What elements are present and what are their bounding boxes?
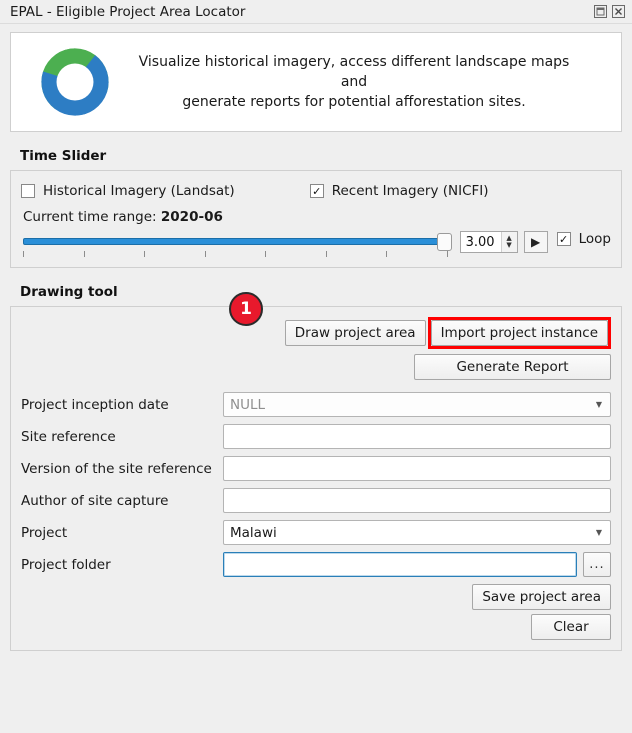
time-slider-title: Time Slider [20,148,107,164]
play-icon: ▶ [531,235,541,249]
checkbox-recent-imagery[interactable]: ✓ Recent Imagery (NICFI) [309,183,489,199]
import-button-highlight: Import project instance [427,317,611,349]
chevron-down-icon[interactable]: ▼ [588,393,610,416]
epal-logo-icon [33,40,117,124]
drawing-tool-group: Drawing tool 1 Draw project area Import … [10,284,622,651]
save-project-area-row: Save project area [21,584,611,610]
drawing-tool-button-row: 1 Draw project area Import project insta… [21,292,611,349]
combo-project[interactable]: Malawi ▼ [223,520,611,545]
checkbox-loop[interactable]: ✓ Loop [556,231,611,247]
step-badge-1: 1 [229,292,263,326]
spinbox-arrows[interactable]: ▲ ▼ [500,232,517,252]
generate-report-button[interactable]: Generate Report [414,354,611,380]
historical-imagery-checkbox-box[interactable] [21,184,35,198]
window-titlebar: EPAL - Eligible Project Area Locator [0,0,632,24]
banner-description: Visualize historical imagery, access dif… [117,52,621,112]
play-button[interactable]: ▶ [523,231,548,253]
time-slider-group: Time Slider Historical Imagery (Landsat)… [10,148,622,268]
form-row-site-reference: Site reference [21,424,611,449]
imagery-checkbox-row: Historical Imagery (Landsat) ✓ Recent Im… [21,183,611,199]
window-title: EPAL - Eligible Project Area Locator [10,3,246,20]
label-project: Project [21,524,68,541]
header-banner: Visualize historical imagery, access dif… [10,32,622,132]
loop-label: Loop [578,231,611,247]
drawing-tool-body: 1 Draw project area Import project insta… [10,292,622,651]
current-time-range: Current time range: 2020-06 [23,209,611,225]
label-project-folder: Project folder [21,556,111,573]
input-project-folder[interactable] [223,552,577,577]
slider-handle[interactable] [436,233,452,251]
current-time-range-label: Current time range: [23,209,157,225]
playback-speed-spinbox[interactable]: 3.00 ▲ ▼ [459,231,518,253]
save-project-area-button[interactable]: Save project area [472,584,611,610]
time-slider-body: Historical Imagery (Landsat) ✓ Recent Im… [10,170,622,268]
time-slider-controls: 3.00 ▲ ▼ ▶ ✓ Loop [21,231,611,257]
draw-project-area-button[interactable]: Draw project area [284,320,426,346]
float-icon[interactable] [593,4,608,19]
recent-imagery-checkbox-box[interactable]: ✓ [309,184,324,198]
project-form: Project inception date NULL ▼ Site refer… [21,392,611,640]
chevron-down-icon[interactable]: ▼ [588,521,610,544]
time-slider-track[interactable] [21,231,452,257]
slider-ticks [23,251,448,257]
playback-speed-value[interactable]: 3.00 [461,235,501,250]
input-site-reference[interactable] [223,424,611,449]
form-row-version-of-site-reference: Version of the site reference [21,456,611,481]
banner-line-2: generate reports for potential afforesta… [182,94,526,110]
recent-imagery-label: Recent Imagery (NICFI) [331,183,489,199]
checkbox-historical-imagery[interactable]: Historical Imagery (Landsat) [21,183,235,199]
current-time-range-value: 2020-06 [160,209,223,225]
clear-row: Clear [21,614,611,640]
label-site-reference: Site reference [21,428,116,445]
input-version-of-site-reference[interactable] [223,456,611,481]
close-icon[interactable] [611,4,626,19]
combo-project-inception-date-value: NULL [230,396,266,413]
loop-checkbox-box[interactable]: ✓ [556,232,571,246]
form-row-project-inception-date: Project inception date NULL ▼ [21,392,611,417]
label-project-inception-date: Project inception date [21,396,169,413]
import-project-instance-button[interactable]: Import project instance [430,320,608,346]
label-version-of-site-reference: Version of the site reference [21,460,212,477]
browse-folder-button[interactable]: ... [583,552,611,577]
combo-project-value: Malawi [230,524,277,541]
form-row-project-folder: Project folder ... [21,552,611,577]
slider-groove [23,238,440,245]
generate-report-row: Generate Report [21,354,611,380]
form-row-project: Project Malawi ▼ [21,520,611,545]
historical-imagery-label: Historical Imagery (Landsat) [43,183,235,199]
form-row-author-of-site-capture: Author of site capture [21,488,611,513]
spinbox-down-icon[interactable]: ▼ [506,242,511,249]
combo-project-inception-date[interactable]: NULL ▼ [223,392,611,417]
banner-line-1: Visualize historical imagery, access dif… [138,54,570,90]
clear-button[interactable]: Clear [531,614,611,640]
label-author-of-site-capture: Author of site capture [21,492,169,509]
input-author-of-site-capture[interactable] [223,488,611,513]
drawing-tool-title: Drawing tool [20,284,118,300]
